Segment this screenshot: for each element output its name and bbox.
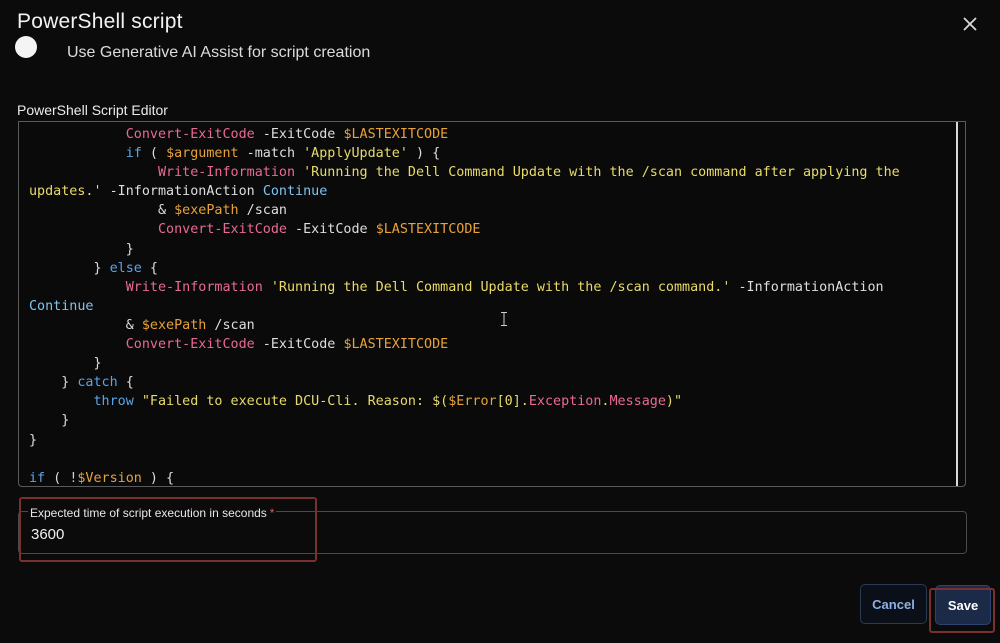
code-line: } xyxy=(29,354,900,373)
cancel-button[interactable]: Cancel xyxy=(860,584,927,624)
ai-assist-toggle-row: Use Generative AI Assist for script crea… xyxy=(10,36,570,68)
code-token: 'ApplyUpdate' xyxy=(303,146,408,162)
code-line: } xyxy=(29,240,900,259)
ai-assist-toggle[interactable] xyxy=(15,36,37,58)
code-token: } xyxy=(29,260,110,276)
code-token: )" xyxy=(665,394,683,410)
code-line: Continue xyxy=(29,297,900,316)
code-token: 'Running the Dell Command Update with th… xyxy=(303,165,900,181)
code-token: $exePath xyxy=(141,317,207,333)
code-token: Convert-ExitCode xyxy=(125,127,255,142)
code-token: Write-Information xyxy=(158,165,296,181)
code-token: -InformationAction xyxy=(101,184,263,200)
code-token: ) { xyxy=(141,470,175,486)
code-token: } xyxy=(29,241,134,257)
text-cursor-icon xyxy=(501,312,507,326)
code-token: & xyxy=(29,203,175,219)
code-token: /scan xyxy=(238,203,287,219)
code-token: Write-Information xyxy=(125,279,263,295)
close-button[interactable] xyxy=(958,12,982,36)
code-token: else xyxy=(109,260,142,276)
code-token: { xyxy=(141,260,158,276)
code-token: } xyxy=(29,413,70,429)
execution-time-input[interactable]: 3600 xyxy=(31,526,64,543)
code-token: -InformationAction xyxy=(730,279,884,295)
code-token: } xyxy=(29,432,38,448)
code-token: $Version xyxy=(77,470,142,486)
code-token: $LASTEXITCODE xyxy=(343,127,449,142)
code-line: Convert-ExitCode -ExitCode $LASTEXITCODE xyxy=(29,335,900,354)
code-token: $argument xyxy=(166,146,239,162)
code-token: Continue xyxy=(262,184,328,200)
code-line: Write-Information 'Running the Dell Comm… xyxy=(29,278,900,297)
code-token: -match xyxy=(238,146,304,162)
code-line: Convert-ExitCode -ExitCode $LASTEXITCODE xyxy=(29,220,900,239)
code-token: throw xyxy=(93,394,134,410)
code-line: if ( !$Version ) { xyxy=(29,469,900,486)
code-token: Continue xyxy=(29,298,94,314)
code-line: } xyxy=(29,411,900,430)
code-line: & $exePath /scan xyxy=(29,201,900,220)
code-token: Message xyxy=(609,394,666,410)
code-token: $LASTEXITCODE xyxy=(343,337,449,353)
code-line: throw "Failed to execute DCU-Cli. Reason… xyxy=(29,392,900,411)
code-token: ( xyxy=(45,470,70,486)
code-token: catch xyxy=(77,375,118,391)
code-token: } xyxy=(29,375,78,391)
code-token: if xyxy=(125,146,142,162)
code-line: updates.' -InformationAction Continue xyxy=(29,182,900,201)
code-token: Convert-ExitCode xyxy=(125,337,255,353)
code-token: & xyxy=(29,317,142,333)
code-token: -ExitCode xyxy=(254,127,344,142)
editor-scrollbar[interactable] xyxy=(956,122,958,486)
ai-assist-label: Use Generative AI Assist for script crea… xyxy=(67,44,371,61)
code-token: /scan xyxy=(206,317,255,333)
required-mark: * xyxy=(269,506,275,520)
code-line: & $exePath /scan xyxy=(29,316,900,335)
code-line: if ( $argument -match 'ApplyUpdate' ) { xyxy=(29,144,900,163)
code-token: { xyxy=(117,375,134,391)
code-token: $LASTEXITCODE xyxy=(375,222,481,238)
code-token: $Error xyxy=(448,394,497,410)
code-token: ) { xyxy=(407,146,441,162)
code-token: Exception xyxy=(528,394,602,410)
code-line: } catch { xyxy=(29,373,900,392)
save-button[interactable]: Save xyxy=(935,585,991,625)
code-token: [0]. xyxy=(496,394,529,410)
script-editor[interactable]: Convert-ExitCode -ExitCode $LASTEXITCODE… xyxy=(18,121,966,487)
close-icon xyxy=(963,17,977,31)
code-line: Convert-ExitCode -ExitCode $LASTEXITCODE xyxy=(29,125,900,144)
execution-time-label: Expected time of script execution in sec… xyxy=(28,506,277,520)
code-token: } xyxy=(29,356,102,372)
code-line: Write-Information 'Running the Dell Comm… xyxy=(29,163,900,182)
code-line: } xyxy=(29,431,900,450)
dialog-title: PowerShell script xyxy=(17,10,183,33)
code-line: } else { xyxy=(29,259,900,278)
code-token: $exePath xyxy=(174,203,239,219)
code-token: updates.' xyxy=(29,184,102,200)
script-code[interactable]: Convert-ExitCode -ExitCode $LASTEXITCODE… xyxy=(29,125,900,486)
code-token: -ExitCode xyxy=(254,337,344,353)
code-token: Convert-ExitCode xyxy=(158,222,287,238)
code-token: 'Running the Dell Command Update with th… xyxy=(270,279,731,295)
code-token: "Failed to execute DCU-Cli. Reason: $( xyxy=(141,394,449,410)
code-token: -ExitCode xyxy=(287,222,376,238)
code-token: if xyxy=(29,470,46,486)
editor-label: PowerShell Script Editor xyxy=(17,102,168,118)
code-token: ( xyxy=(141,146,167,162)
